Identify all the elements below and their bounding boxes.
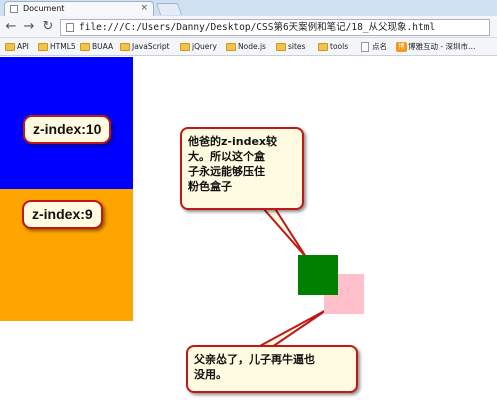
browser-toolbar: ← → ↻ file:///C:/Users/Danny/Desktop/CSS… <box>0 16 497 38</box>
green-child-square <box>298 255 338 295</box>
bookmark-label: jQuery <box>192 42 217 51</box>
callout-note-bottom: 父亲怂了，儿子再牛逼也 没用。 <box>186 345 358 393</box>
tab-title: Document <box>23 4 65 13</box>
address-bar[interactable]: file:///C:/Users/Danny/Desktop/CSS第6天案例和… <box>60 19 490 36</box>
bookmark-label: API <box>17 42 29 51</box>
bookmark-label: BUAA <box>92 42 114 51</box>
page-favicon-icon <box>10 5 18 13</box>
forward-icon[interactable]: → <box>21 19 37 35</box>
bookmark-boya[interactable]: 博博雅互动 - 深圳市… <box>396 41 475 53</box>
bookmark-api[interactable]: API <box>5 41 29 53</box>
bookmark-label: sites <box>288 42 306 51</box>
folder-icon <box>226 43 236 51</box>
page-icon <box>66 23 74 32</box>
bookmark-label: tools <box>330 42 349 51</box>
browser-titlebar: Document × <box>0 0 497 16</box>
bookmark-label: Node.js <box>238 42 266 51</box>
tab-close-icon[interactable]: × <box>140 2 148 15</box>
bookmark-label: 点名 <box>372 42 387 51</box>
bookmark-label: JavaScript <box>132 42 170 51</box>
new-tab-button[interactable] <box>155 3 183 15</box>
bookmark-sites[interactable]: sites <box>276 41 305 53</box>
browser-tab[interactable]: Document × <box>4 1 154 16</box>
bookmarks-bar: API HTML5 BUAA JavaScript jQuery Node.js… <box>0 38 497 56</box>
badge-icon: 博 <box>396 42 407 52</box>
callout-bottom-tail <box>257 308 329 348</box>
folder-icon <box>38 43 48 51</box>
bookmark-nodejs[interactable]: Node.js <box>226 41 266 53</box>
folder-icon <box>318 43 328 51</box>
page-viewport: z-index:10 z-index:9 他爸的z-index较 大。所以这个盒… <box>0 57 497 409</box>
callout-note-top: 他爸的z-index较 大。所以这个盒 子永远能够压住 粉色盒子 <box>180 127 304 210</box>
folder-icon <box>120 43 130 51</box>
bookmark-jquery[interactable]: jQuery <box>180 41 217 53</box>
bookmark-javascript[interactable]: JavaScript <box>120 41 170 53</box>
folder-icon <box>276 43 286 51</box>
bookmark-label: HTML5 <box>50 42 76 51</box>
back-icon[interactable]: ← <box>3 19 19 35</box>
page-icon <box>361 42 369 52</box>
callout-top-tail <box>259 206 307 258</box>
folder-icon <box>5 43 15 51</box>
bookmark-label: 博雅互动 - 深圳市… <box>408 42 476 51</box>
folder-icon <box>180 43 190 51</box>
address-text: file:///C:/Users/Danny/Desktop/CSS第6天案例和… <box>79 22 436 33</box>
bookmark-buaa[interactable]: BUAA <box>80 41 113 53</box>
bookmark-dianming[interactable]: 点名 <box>360 41 387 53</box>
bookmark-html5[interactable]: HTML5 <box>38 41 76 53</box>
folder-icon <box>80 43 90 51</box>
reload-icon[interactable]: ↻ <box>40 19 56 35</box>
bookmark-tools[interactable]: tools <box>318 41 348 53</box>
